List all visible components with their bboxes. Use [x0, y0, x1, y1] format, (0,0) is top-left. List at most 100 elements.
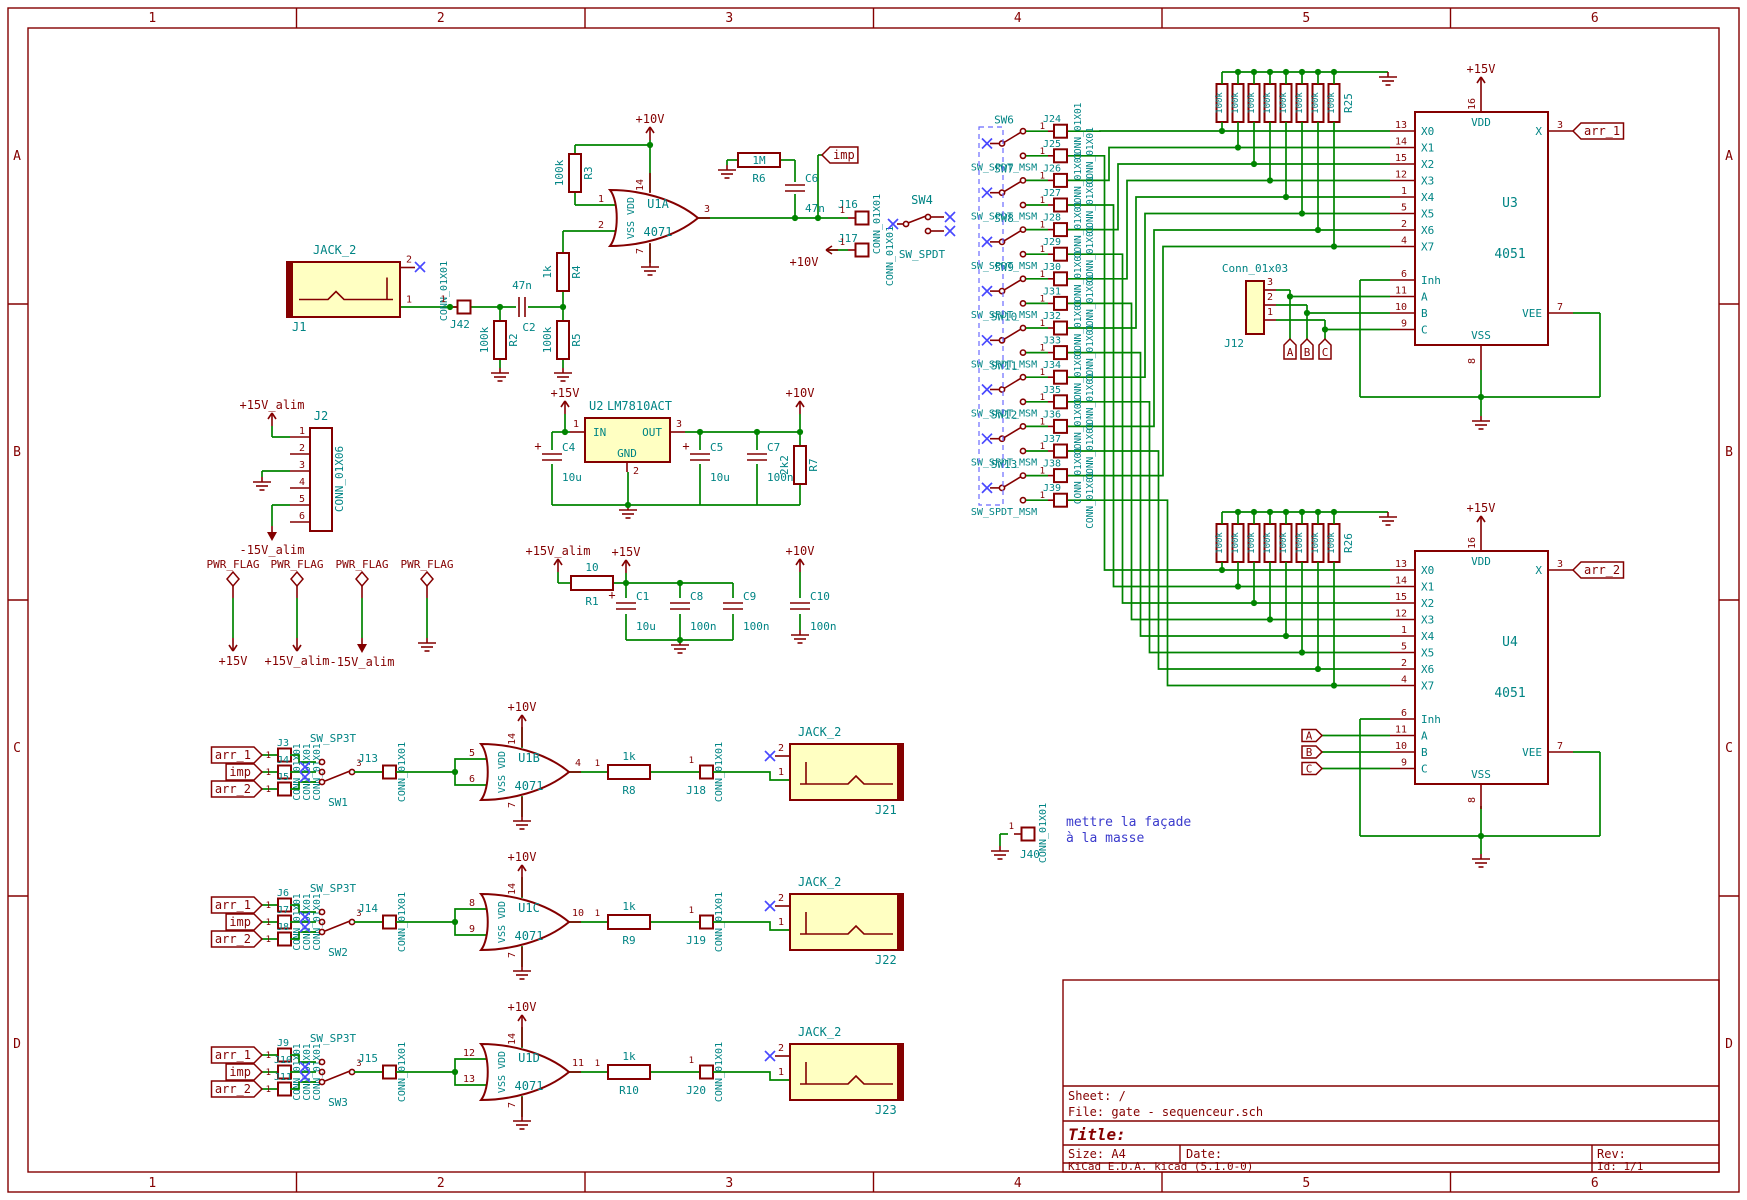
- pwr-flag[interactable]: PWR_FLAG: [401, 558, 454, 598]
- pin-number: 14: [1395, 137, 1407, 148]
- global-label-imp[interactable]: imp: [822, 147, 858, 163]
- global-label-arr_1[interactable]: arr_1: [212, 1047, 263, 1063]
- junction-dot: [1315, 227, 1321, 233]
- resistor-R3[interactable]: 100kR3: [553, 154, 595, 192]
- resistor-array-R26[interactable]: 100k100k100k100k100k100k100k100kR26: [1215, 509, 1388, 689]
- junction-dot: [754, 429, 760, 435]
- connector-ref: J15: [358, 1052, 378, 1065]
- connector-body: [1054, 445, 1067, 458]
- jack-J1[interactable]: 21JACK_2J1: [287, 243, 415, 334]
- pin-number: 14: [507, 1033, 518, 1045]
- schematic-canvas[interactable]: 112233445566AABBCCDDSheet: /File: gate -…: [0, 0, 1747, 1200]
- mux-U3[interactable]: 13X014X115X212X31X45X52X64X76Inh11A10B9C…: [1390, 90, 1573, 370]
- mux-ref: U3: [1502, 196, 1518, 211]
- global-label-arr_2[interactable]: arr_2: [212, 931, 263, 947]
- resistor-R2[interactable]: 100kR2: [478, 321, 520, 359]
- capacitor-C5[interactable]: C510u+: [682, 439, 729, 484]
- connector-J17[interactable]: J17CONN_01X011: [838, 226, 896, 286]
- capacitor-C8[interactable]: C8100n: [670, 590, 717, 633]
- resistor-R8[interactable]: 1kR8: [608, 750, 650, 797]
- resistor-R9[interactable]: 1kR9: [608, 900, 650, 947]
- global-label-imp[interactable]: imp: [226, 914, 262, 930]
- or-gate-U1C[interactable]: 8910147VSS VDDU1C4071: [469, 877, 584, 967]
- hex-label-B[interactable]: B: [1301, 339, 1313, 359]
- connector-ref: J35: [1043, 385, 1061, 396]
- regulator-U2[interactable]: INOUTGND132U2LM7810ACT: [570, 399, 685, 477]
- connector-J42[interactable]: J42CONN_01X011: [439, 261, 471, 331]
- junction-dot: [625, 502, 631, 508]
- or-gate-U1B[interactable]: 564147VSS VDDU1B4071: [469, 727, 581, 817]
- connector-body: [1054, 248, 1067, 261]
- text-label: C5: [710, 441, 723, 454]
- global-label-arr_1[interactable]: arr_1: [212, 747, 263, 763]
- pin-number: 1: [266, 1085, 271, 1095]
- connector-ref: J33: [1043, 336, 1061, 347]
- jack-J21[interactable]: 21JACK_2J21: [775, 725, 903, 817]
- switch-ref: SW1: [328, 796, 348, 809]
- switch-contact: [1020, 153, 1025, 158]
- mux-value: 4051: [1494, 686, 1525, 701]
- resistor-R4[interactable]: 1kR4: [541, 253, 583, 291]
- text-label: +15V_alim: [239, 398, 304, 412]
- junction-dot: [1315, 69, 1321, 75]
- connector-J2[interactable]: 123456J2CONN_01X06: [290, 409, 346, 531]
- global-label-arr_1[interactable]: arr_1: [212, 897, 263, 913]
- connector-ref: J3: [277, 738, 289, 749]
- power-symbol-+15V_alim: +15V_alim: [264, 638, 329, 668]
- title-block[interactable]: Sheet: /File: gate - sequenceur.schTitle…: [1063, 980, 1719, 1173]
- capacitor-C10[interactable]: C10100n: [790, 590, 837, 633]
- hex-label-A[interactable]: A: [1302, 730, 1322, 743]
- resistor-array-R25[interactable]: 100k100k100k100k100k100k100k100kR25: [1215, 69, 1388, 250]
- gnd-symbol: [491, 368, 509, 381]
- global-label-arr_2[interactable]: arr_2: [212, 781, 263, 797]
- connector-J40[interactable]: J40CONN_01X011: [1009, 803, 1049, 863]
- or-gate-U1A[interactable]: 123147VSS VDDU1A4071: [598, 173, 710, 263]
- jack-bar: [897, 1044, 903, 1100]
- frame-col-label: 2: [437, 1176, 445, 1191]
- hex-label-A[interactable]: A: [1284, 339, 1296, 359]
- resistor-R5[interactable]: 100kR5: [541, 321, 583, 359]
- jack-value: JACK_2: [798, 1025, 841, 1039]
- text-label: C6: [805, 172, 818, 185]
- resistor-R10[interactable]: 1kR10: [608, 1050, 650, 1097]
- mux-value: 4051: [1494, 247, 1525, 262]
- global-label-arr_1[interactable]: arr_1: [1573, 123, 1624, 139]
- wire: [1067, 303, 1390, 619]
- hex-label-C[interactable]: C: [1319, 339, 1331, 359]
- pin-number: 15: [1395, 153, 1407, 164]
- connector-J12[interactable]: 321Conn_01x03J12: [1222, 262, 1288, 350]
- no-connect-icon: [945, 212, 955, 222]
- jack-J22[interactable]: 21JACK_2J22: [775, 875, 903, 967]
- pin-name: Inh: [1421, 274, 1441, 287]
- capacitor-C4[interactable]: C410u+: [534, 439, 581, 484]
- global-label-imp[interactable]: imp: [226, 1064, 262, 1080]
- resistor-R1[interactable]: 10R1: [571, 561, 613, 608]
- global-label-arr_2[interactable]: arr_2: [1573, 562, 1624, 578]
- resistor-R6[interactable]: 1MR6: [738, 153, 780, 185]
- or-gate-U1D[interactable]: 121311147VSS VDDU1D4071: [463, 1027, 584, 1117]
- pwr-flag[interactable]: PWR_FLAG: [336, 558, 389, 598]
- pin-number: 12: [463, 1048, 475, 1059]
- capacitor-C6[interactable]: C647n: [785, 172, 825, 215]
- hex-label-C[interactable]: C: [1302, 763, 1322, 776]
- connector-ref: J37: [1043, 434, 1061, 445]
- capacitor-C1[interactable]: C110u+: [608, 588, 655, 633]
- capacitor-C9[interactable]: C9100n: [723, 590, 770, 633]
- global-label-imp[interactable]: imp: [226, 764, 262, 780]
- global-label-arr_2[interactable]: arr_2: [212, 1081, 263, 1097]
- jack-J23[interactable]: 21JACK_2J23: [775, 1025, 903, 1117]
- switch-SW4[interactable]: SW4SW_SPDT: [897, 193, 946, 261]
- pwr-flag[interactable]: PWR_FLAG: [271, 558, 324, 598]
- connector-value: CONN_01X06: [333, 446, 346, 512]
- resistor-value: 100k: [1215, 92, 1225, 114]
- pin-number: 1: [1040, 368, 1045, 378]
- switch-value: SW_SPDT: [899, 248, 946, 261]
- resistor-value: 100k: [1295, 532, 1305, 554]
- pwr-flag[interactable]: PWR_FLAG: [207, 558, 260, 598]
- note-text: mettre la façadeà la masse: [1066, 815, 1191, 846]
- mux-U4[interactable]: 13X014X115X212X31X45X52X64X76Inh11A10B9C…: [1390, 529, 1573, 809]
- hex-label-B[interactable]: B: [1302, 746, 1322, 759]
- text-label: 47n: [512, 279, 532, 292]
- text-label: arr_2: [215, 1082, 251, 1096]
- pin-name: VDD: [1471, 555, 1491, 568]
